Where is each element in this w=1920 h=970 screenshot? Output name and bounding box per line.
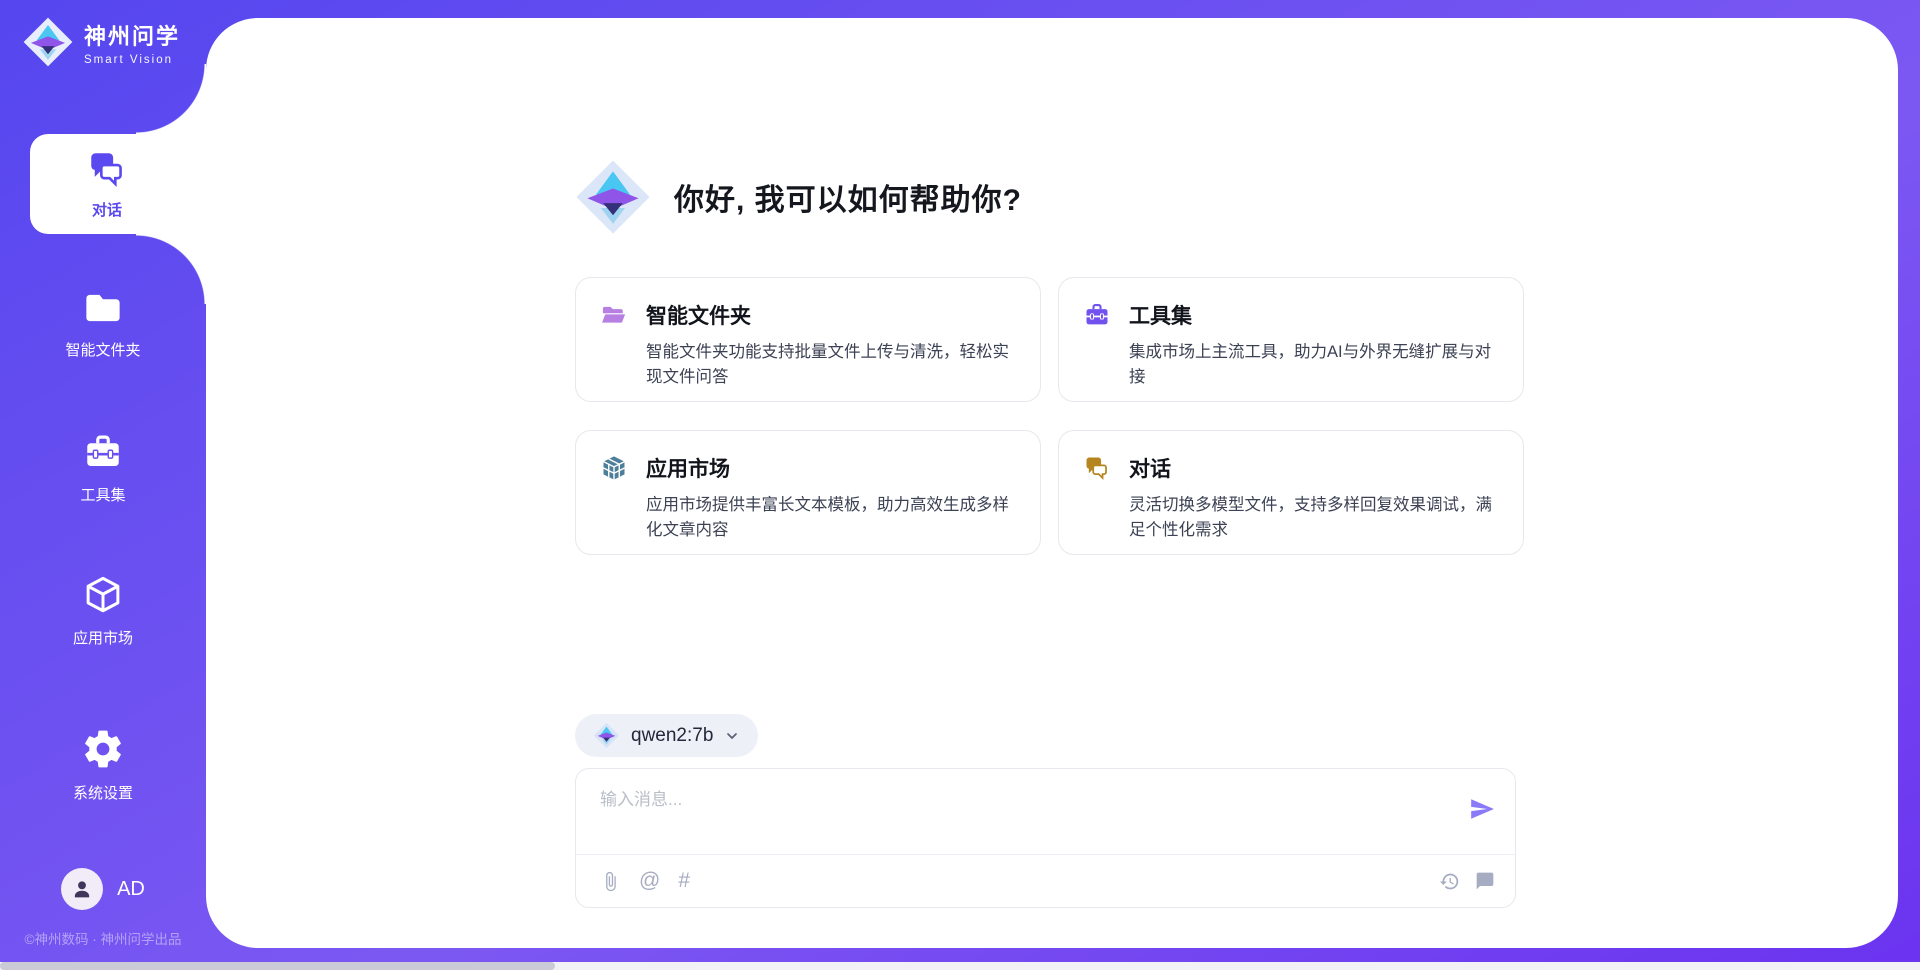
sidebar-item-label: 对话: [92, 199, 122, 220]
card-description: 集成市场上主流工具，助力AI与外界无缝扩展与对接: [1129, 340, 1499, 390]
message-input[interactable]: [600, 785, 1440, 843]
greeting: 你好, 我可以如何帮助你?: [574, 158, 1022, 236]
brand: 神州问学 Smart Vision: [22, 16, 180, 68]
sidebar-item-label: 应用市场: [73, 627, 133, 648]
person-icon: [69, 876, 95, 902]
user-row[interactable]: AD: [0, 868, 206, 910]
card-toolset[interactable]: 工具集 集成市场上主流工具，助力AI与外界无缝扩展与对接: [1058, 277, 1524, 402]
horizontal-scrollbar[interactable]: [0, 962, 1920, 970]
brand-title: 神州问学: [84, 19, 180, 51]
hashtag-button[interactable]: #: [678, 869, 690, 893]
chat-bubble-icon: [1475, 871, 1495, 891]
attach-file-button[interactable]: [600, 871, 621, 892]
model-selector[interactable]: qwen2:7b: [575, 714, 758, 757]
hash-icon: #: [678, 869, 690, 893]
chat-icon: [1083, 454, 1111, 482]
history-icon: [1439, 871, 1460, 892]
greeting-diamond-logo-icon: [574, 158, 652, 236]
sidebar-item-chat-active[interactable]: 对话: [30, 134, 206, 234]
user-name: AD: [117, 878, 145, 901]
sidebar-item-label: 系统设置: [73, 782, 133, 803]
model-name: qwen2:7b: [631, 725, 713, 747]
send-button[interactable]: [1469, 795, 1497, 823]
card-chat[interactable]: 对话 灵活切换多模型文件，支持多样回复效果调试，满足个性化需求: [1058, 430, 1524, 555]
sidebar-item-settings[interactable]: 系统设置: [0, 727, 206, 803]
card-description: 智能文件夹功能支持批量文件上传与清洗，轻松实现文件问答: [646, 340, 1016, 390]
card-smart-folder[interactable]: 智能文件夹 智能文件夹功能支持批量文件上传与清洗，轻松实现文件问答: [575, 277, 1041, 402]
folder-open-icon: [600, 302, 628, 328]
feedback-button[interactable]: [1475, 871, 1495, 891]
paperclip-icon: [600, 871, 621, 892]
chat-icon: [86, 148, 128, 190]
card-title: 对话: [1129, 453, 1171, 483]
send-icon: [1469, 796, 1497, 822]
card-app-market[interactable]: 应用市场 应用市场提供丰富长文本模板，助力高效生成多样化文章内容: [575, 430, 1041, 555]
avatar: [61, 868, 103, 910]
card-description: 应用市场提供丰富长文本模板，助力高效生成多样化文章内容: [646, 493, 1016, 543]
history-button[interactable]: [1439, 871, 1460, 892]
tab-connector-top: [136, 64, 206, 134]
chevron-down-icon: [724, 728, 740, 744]
greeting-title: 你好, 我可以如何帮助你?: [674, 175, 1022, 219]
cube-icon: [82, 574, 124, 616]
gear-icon: [81, 727, 125, 771]
at-icon: @: [639, 869, 660, 893]
card-title: 智能文件夹: [646, 300, 751, 330]
sidebar-item-toolset[interactable]: 工具集: [0, 431, 206, 505]
footer-note: ©神州数码 · 神州问学出品: [0, 928, 206, 948]
composer: @ #: [575, 768, 1516, 908]
composer-toolbar: @ #: [600, 855, 1495, 907]
feature-cards: 智能文件夹 智能文件夹功能支持批量文件上传与清洗，轻松实现文件问答 工具集 集成…: [575, 277, 1524, 555]
cube-grid-icon: [600, 454, 628, 482]
brand-diamond-logo-icon: [22, 16, 74, 68]
sidebar-item-app-market[interactable]: 应用市场: [0, 574, 206, 648]
toolbox-icon: [1083, 301, 1111, 329]
sidebar-item-label: 工具集: [80, 484, 125, 505]
card-title: 工具集: [1129, 300, 1192, 330]
model-diamond-logo-icon: [593, 722, 620, 749]
toolbox-icon: [82, 431, 124, 473]
card-description: 灵活切换多模型文件，支持多样回复效果调试，满足个性化需求: [1129, 493, 1499, 543]
folder-icon: [82, 288, 124, 328]
sidebar-item-label: 智能文件夹: [65, 339, 140, 360]
card-title: 应用市场: [646, 453, 730, 483]
sidebar-item-smart-folder[interactable]: 智能文件夹: [0, 288, 206, 360]
mention-button[interactable]: @: [639, 869, 660, 893]
scrollbar-thumb[interactable]: [0, 962, 555, 970]
